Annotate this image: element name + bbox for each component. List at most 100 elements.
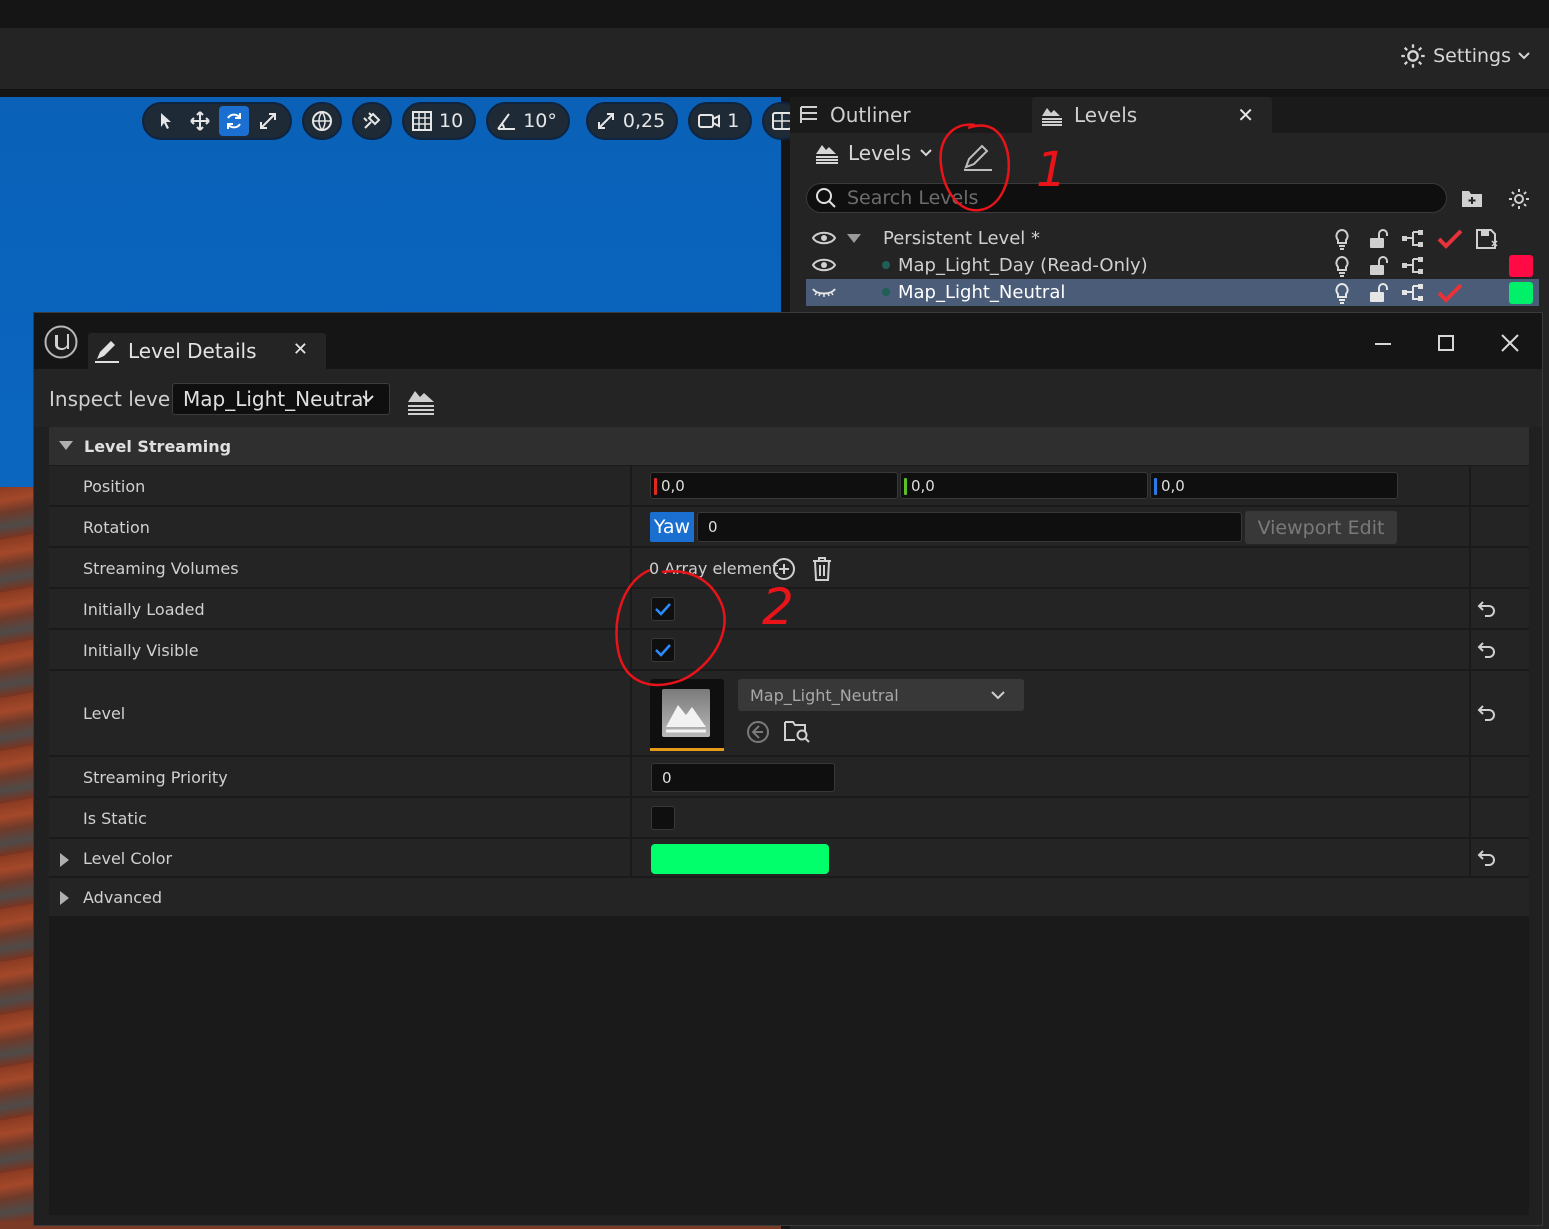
- angle-icon: [495, 110, 517, 132]
- tab-levels[interactable]: Levels ✕: [1032, 97, 1272, 133]
- column-splitter[interactable]: [630, 757, 632, 796]
- select-tool-button[interactable]: [151, 106, 181, 136]
- tab-level-details[interactable]: Level Details ✕: [88, 333, 326, 369]
- is-static-checkbox[interactable]: [651, 806, 675, 830]
- maximize-button[interactable]: [1436, 331, 1456, 355]
- column-splitter[interactable]: [630, 507, 632, 546]
- yaw-axis-label: Yaw: [650, 512, 694, 542]
- levels-menu-button[interactable]: Levels: [814, 141, 933, 165]
- scale-snap-icon: [595, 110, 617, 132]
- level-details-button[interactable]: [962, 143, 994, 171]
- position-y-input[interactable]: 0,0: [900, 472, 1148, 499]
- expand-triangle-icon[interactable]: [846, 233, 862, 245]
- level-row-persistent[interactable]: Persistent Level *: [806, 225, 1539, 252]
- position-x-value: 0,0: [661, 476, 685, 495]
- initially-loaded-checkbox[interactable]: [651, 597, 675, 621]
- tab-level-details-label: Level Details: [128, 339, 257, 363]
- grid-snap-control[interactable]: 10: [402, 102, 477, 140]
- eye-closed-icon[interactable]: [812, 283, 836, 301]
- pencil-icon: [94, 339, 120, 363]
- lightbulb-icon[interactable]: [1332, 228, 1352, 250]
- rotation-yaw-input[interactable]: 0: [697, 512, 1242, 542]
- browse-asset-icon[interactable]: [783, 718, 811, 744]
- property-position: Position 0,0 0,0 0,0: [49, 466, 1529, 507]
- camera-speed-control[interactable]: 1: [688, 102, 753, 140]
- hierarchy-icon[interactable]: [1400, 228, 1426, 250]
- unlock-icon[interactable]: [1367, 228, 1389, 250]
- world-local-toggle[interactable]: [302, 102, 342, 140]
- reset-to-default-icon[interactable]: [1477, 640, 1497, 660]
- level-asset-dropdown[interactable]: Map_Light_Neutral: [738, 679, 1024, 711]
- unlock-icon[interactable]: [1367, 255, 1389, 277]
- tab-outliner[interactable]: Outliner: [798, 97, 911, 133]
- window-title-bar[interactable]: Level Details ✕: [34, 313, 1542, 369]
- column-splitter[interactable]: [630, 589, 632, 628]
- level-dot-icon: [882, 261, 890, 269]
- position-x-input[interactable]: 0,0: [650, 472, 898, 499]
- column-splitter[interactable]: [630, 548, 632, 587]
- column-splitter[interactable]: [630, 798, 632, 837]
- level-name: Persistent Level *: [883, 228, 1040, 249]
- lightbulb-icon[interactable]: [1332, 255, 1352, 277]
- rotate-tool-button[interactable]: [219, 106, 249, 136]
- open-levels-button[interactable]: [406, 386, 436, 416]
- scale-tool-button[interactable]: [253, 106, 283, 136]
- lightbulb-icon[interactable]: [1332, 282, 1352, 304]
- level-asset-thumbnail[interactable]: [650, 679, 724, 751]
- property-label: Initially Loaded: [83, 600, 205, 619]
- hierarchy-icon[interactable]: [1400, 255, 1426, 277]
- add-element-button[interactable]: [772, 557, 796, 581]
- level-row-map-light-day[interactable]: Map_Light_Day (Read-Only): [806, 252, 1539, 279]
- reset-column: [1469, 798, 1471, 837]
- use-selected-asset-icon[interactable]: [745, 719, 771, 745]
- streaming-priority-input[interactable]: 0: [651, 763, 835, 792]
- category-level-streaming[interactable]: Level Streaming: [49, 427, 1529, 465]
- save-level-icon[interactable]: [1475, 228, 1499, 250]
- current-level-check-icon[interactable]: [1437, 228, 1463, 250]
- position-z-input[interactable]: 0,0: [1150, 472, 1398, 499]
- level-color-swatch[interactable]: [651, 844, 829, 874]
- hierarchy-icon[interactable]: [1400, 282, 1426, 304]
- close-window-button[interactable]: [1499, 331, 1521, 355]
- category-advanced[interactable]: Advanced: [49, 878, 1529, 916]
- rotation-snap-control[interactable]: 10°: [486, 102, 570, 140]
- settings-button[interactable]: Settings: [1399, 42, 1531, 70]
- column-splitter[interactable]: [630, 839, 632, 876]
- chevron-down-icon: [1517, 49, 1531, 63]
- viewport-edit-button[interactable]: Viewport Edit: [1245, 511, 1397, 544]
- surface-snap-toggle[interactable]: [352, 102, 392, 140]
- position-y-value: 0,0: [911, 476, 935, 495]
- initially-visible-checkbox[interactable]: [651, 638, 675, 662]
- expand-triangle-icon[interactable]: [59, 852, 71, 868]
- chevron-down-icon: [919, 146, 933, 160]
- column-splitter[interactable]: [630, 466, 632, 505]
- level-name: Map_Light_Neutral: [898, 282, 1066, 303]
- column-splitter[interactable]: [630, 630, 632, 669]
- unreal-logo-icon: [44, 325, 78, 359]
- eye-icon[interactable]: [812, 256, 836, 274]
- close-icon[interactable]: ✕: [1237, 103, 1254, 127]
- scale-snap-control[interactable]: 0,25: [585, 102, 679, 140]
- unlock-icon[interactable]: [1367, 282, 1389, 304]
- reset-to-default-icon[interactable]: [1477, 703, 1497, 723]
- inspect-level-dropdown[interactable]: Map_Light_Neutral: [172, 383, 390, 415]
- scale-icon: [258, 111, 278, 131]
- level-color-swatch[interactable]: [1509, 255, 1533, 277]
- levels-settings-button[interactable]: [1507, 187, 1531, 211]
- minimize-button[interactable]: [1373, 331, 1393, 355]
- search-levels-box[interactable]: [806, 183, 1447, 213]
- current-level-check-icon[interactable]: [1437, 282, 1463, 304]
- trash-icon[interactable]: [811, 556, 833, 582]
- add-level-button[interactable]: [1460, 187, 1484, 209]
- reset-to-default-icon[interactable]: [1477, 848, 1497, 868]
- search-levels-input[interactable]: [847, 187, 1407, 209]
- property-label: Rotation: [83, 518, 150, 537]
- close-icon[interactable]: ✕: [293, 339, 308, 360]
- eye-icon[interactable]: [812, 229, 836, 247]
- translate-tool-button[interactable]: [185, 106, 215, 136]
- reset-to-default-icon[interactable]: [1477, 599, 1497, 619]
- grid-icon: [411, 110, 433, 132]
- column-splitter[interactable]: [630, 671, 632, 755]
- level-color-swatch[interactable]: [1509, 282, 1533, 304]
- level-row-map-light-neutral[interactable]: Map_Light_Neutral: [806, 279, 1539, 306]
